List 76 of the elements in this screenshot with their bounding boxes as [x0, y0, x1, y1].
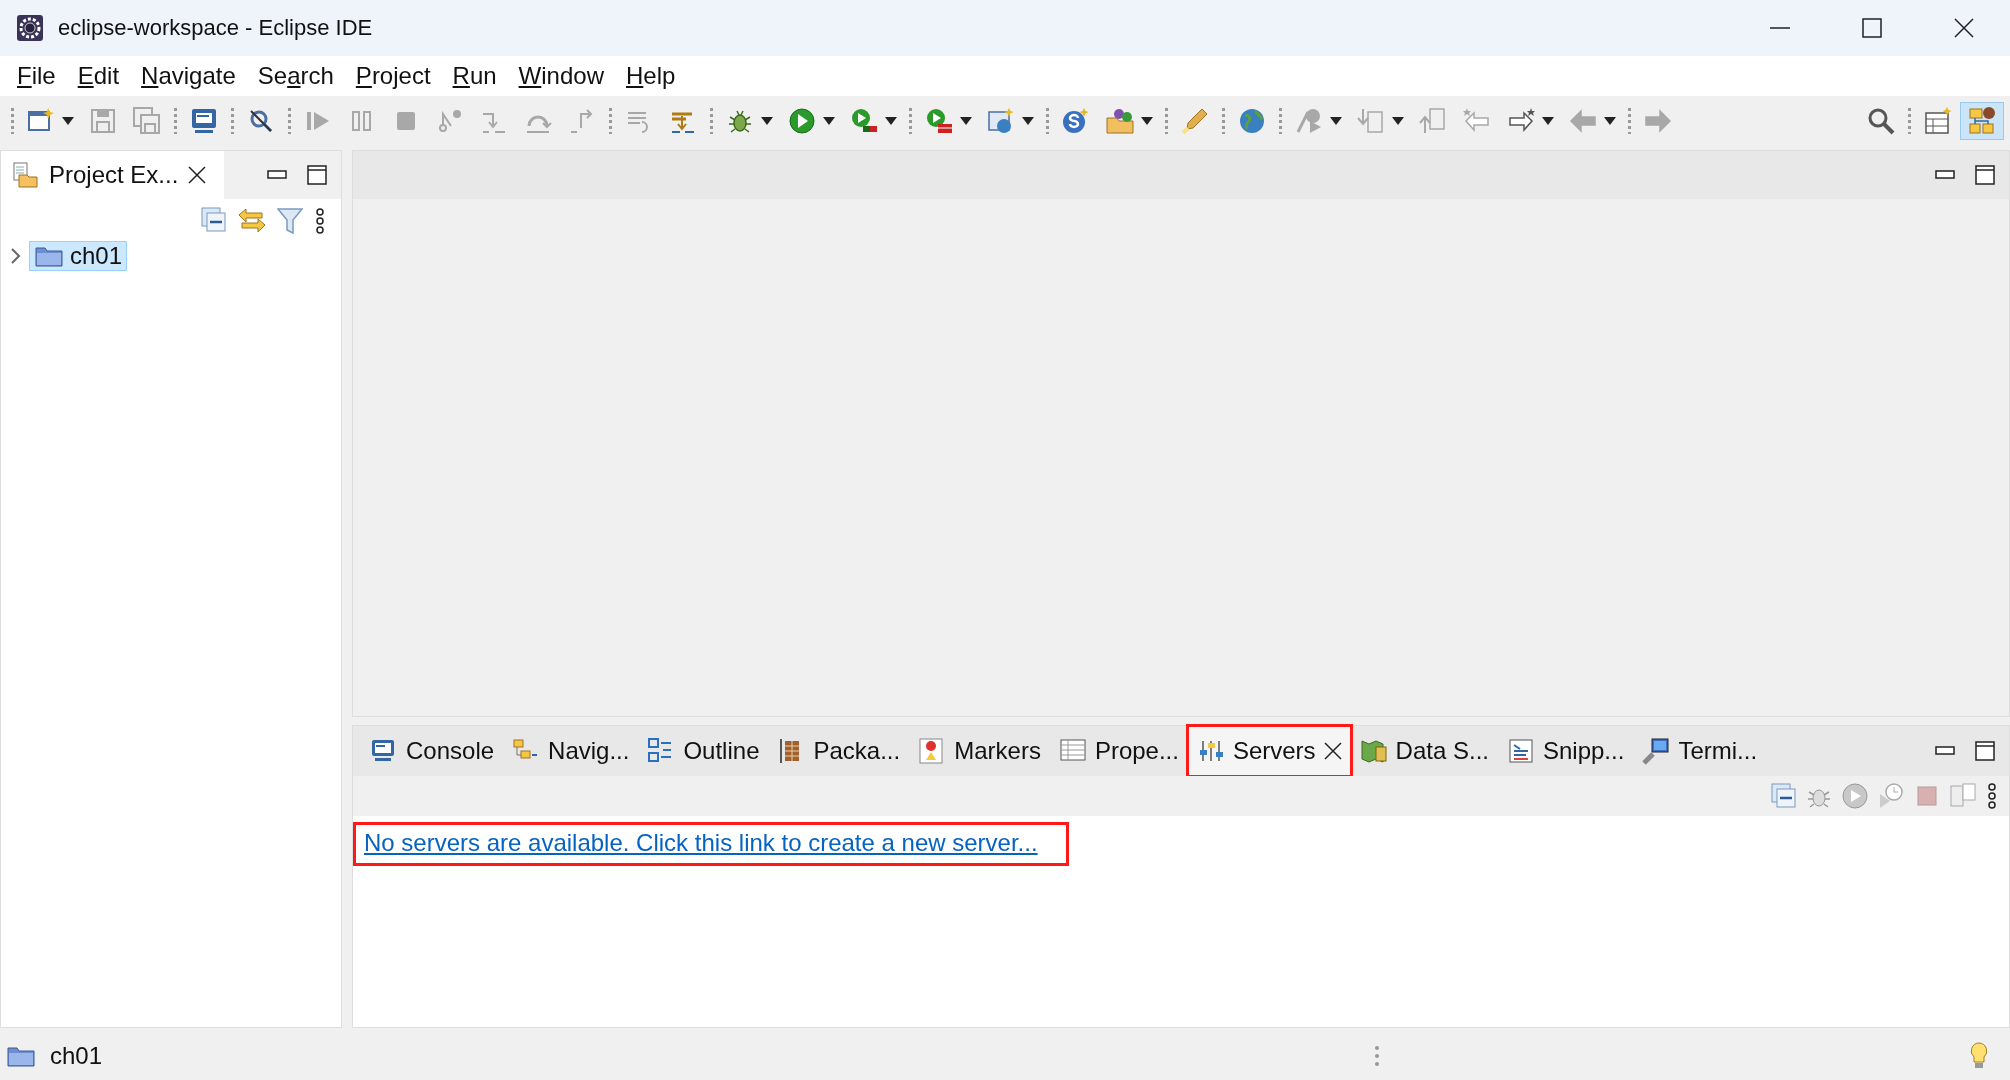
close-icon[interactable] — [188, 166, 207, 184]
menu-item[interactable]: Navigate — [130, 60, 247, 92]
view-tab[interactable]: Data S... — [1350, 726, 1498, 776]
view-tab[interactable]: Termi... — [1633, 726, 1767, 776]
grip-dots-icon — [1374, 1044, 1380, 1068]
play-circle-icon — [787, 106, 817, 136]
caret-icon[interactable] — [885, 117, 897, 125]
collapse-all-icon[interactable] — [201, 207, 227, 233]
snippet-document-icon — [1507, 737, 1535, 765]
menu-item[interactable]: Window — [507, 60, 615, 92]
down-arrow-document-icon — [1356, 106, 1386, 136]
caret-icon[interactable] — [761, 117, 773, 125]
view-tab[interactable]: Prope... — [1049, 726, 1188, 776]
create-server-link[interactable]: No servers are available. Click this link to create a new server... — [364, 829, 1038, 856]
play-toolbox-icon — [924, 106, 954, 136]
folder-icon — [6, 1044, 36, 1068]
minimize-icon — [1770, 27, 1790, 29]
terminal-plug-icon — [1642, 737, 1671, 765]
tree-item[interactable]: ch01 — [29, 241, 128, 271]
maximize-icon[interactable] — [1975, 165, 1995, 185]
minimize-icon[interactable] — [1935, 170, 1955, 180]
caret-icon[interactable] — [1542, 117, 1554, 125]
left-arrow-icon — [1568, 106, 1598, 136]
up-arrow-document-icon — [1418, 106, 1448, 136]
collapse-all-icon[interactable] — [1771, 783, 1797, 809]
maximize-icon[interactable] — [1975, 741, 1995, 761]
view-tab[interactable]: Outline — [638, 726, 769, 776]
view-tab[interactable]: Markers — [909, 726, 1050, 776]
stacked-floppy-disks-icon — [132, 106, 162, 136]
close-icon[interactable] — [1323, 742, 1342, 760]
caret-icon[interactable] — [960, 117, 972, 125]
minimize-icon[interactable] — [1935, 746, 1955, 756]
filter-icon[interactable] — [277, 207, 303, 235]
menu-item[interactable]: Project — [344, 60, 442, 92]
menu-icon[interactable] — [313, 207, 327, 235]
view-tab[interactable]: Console — [361, 726, 504, 776]
folder-document-icon — [11, 161, 39, 189]
maximize-icon — [1862, 18, 1882, 38]
folder-with-balls-icon — [1105, 106, 1135, 136]
caret-icon[interactable] — [62, 117, 74, 125]
play-circle-icon[interactable] — [1841, 782, 1869, 810]
status-text: ch01 — [50, 1042, 103, 1070]
lightbulb-icon[interactable] — [1968, 1041, 1990, 1071]
search-icon — [1866, 106, 1896, 136]
maximize-icon[interactable] — [307, 165, 327, 185]
s-badge-icon — [1061, 106, 1091, 136]
app-gear-icon — [16, 14, 44, 42]
caret-icon[interactable] — [1141, 117, 1153, 125]
view-tab[interactable]: Navig... — [503, 726, 639, 776]
view-tab[interactable]: Project Ex... — [1, 151, 225, 199]
view-tab[interactable]: Snipp... — [1498, 726, 1634, 776]
perspective-button[interactable] — [1960, 102, 2004, 140]
menu-item[interactable]: File — [6, 60, 67, 92]
caret-icon[interactable] — [823, 117, 835, 125]
pen-nib-icon — [1180, 106, 1210, 136]
map-database-icon — [1359, 737, 1388, 765]
minimize-icon[interactable] — [267, 170, 287, 180]
chevron-right-icon[interactable] — [9, 248, 23, 264]
menu-item[interactable]: Edit — [66, 60, 131, 92]
menu-item[interactable]: Help — [615, 60, 687, 92]
open-perspective-icon — [1923, 106, 1953, 136]
view-tab[interactable]: Packa... — [768, 726, 910, 776]
caret-icon[interactable] — [1022, 117, 1034, 125]
close-icon — [1954, 18, 1974, 38]
right-arrow-icon — [1643, 106, 1673, 136]
two-way-arrows-icon[interactable] — [237, 207, 267, 233]
perspective-icon — [1967, 106, 1997, 136]
menu-icon[interactable] — [1985, 782, 1999, 810]
folder-icon — [34, 244, 64, 268]
monitor-icon — [189, 106, 219, 136]
menu-item[interactable]: Search — [246, 60, 345, 92]
window-title: eclipse-workspace - Eclipse IDE — [58, 15, 374, 41]
globe-icon — [1237, 106, 1267, 136]
view-tab[interactable]: Servers — [1187, 726, 1351, 776]
menu-item[interactable]: Run — [441, 60, 508, 92]
new-class-icon — [986, 106, 1016, 136]
